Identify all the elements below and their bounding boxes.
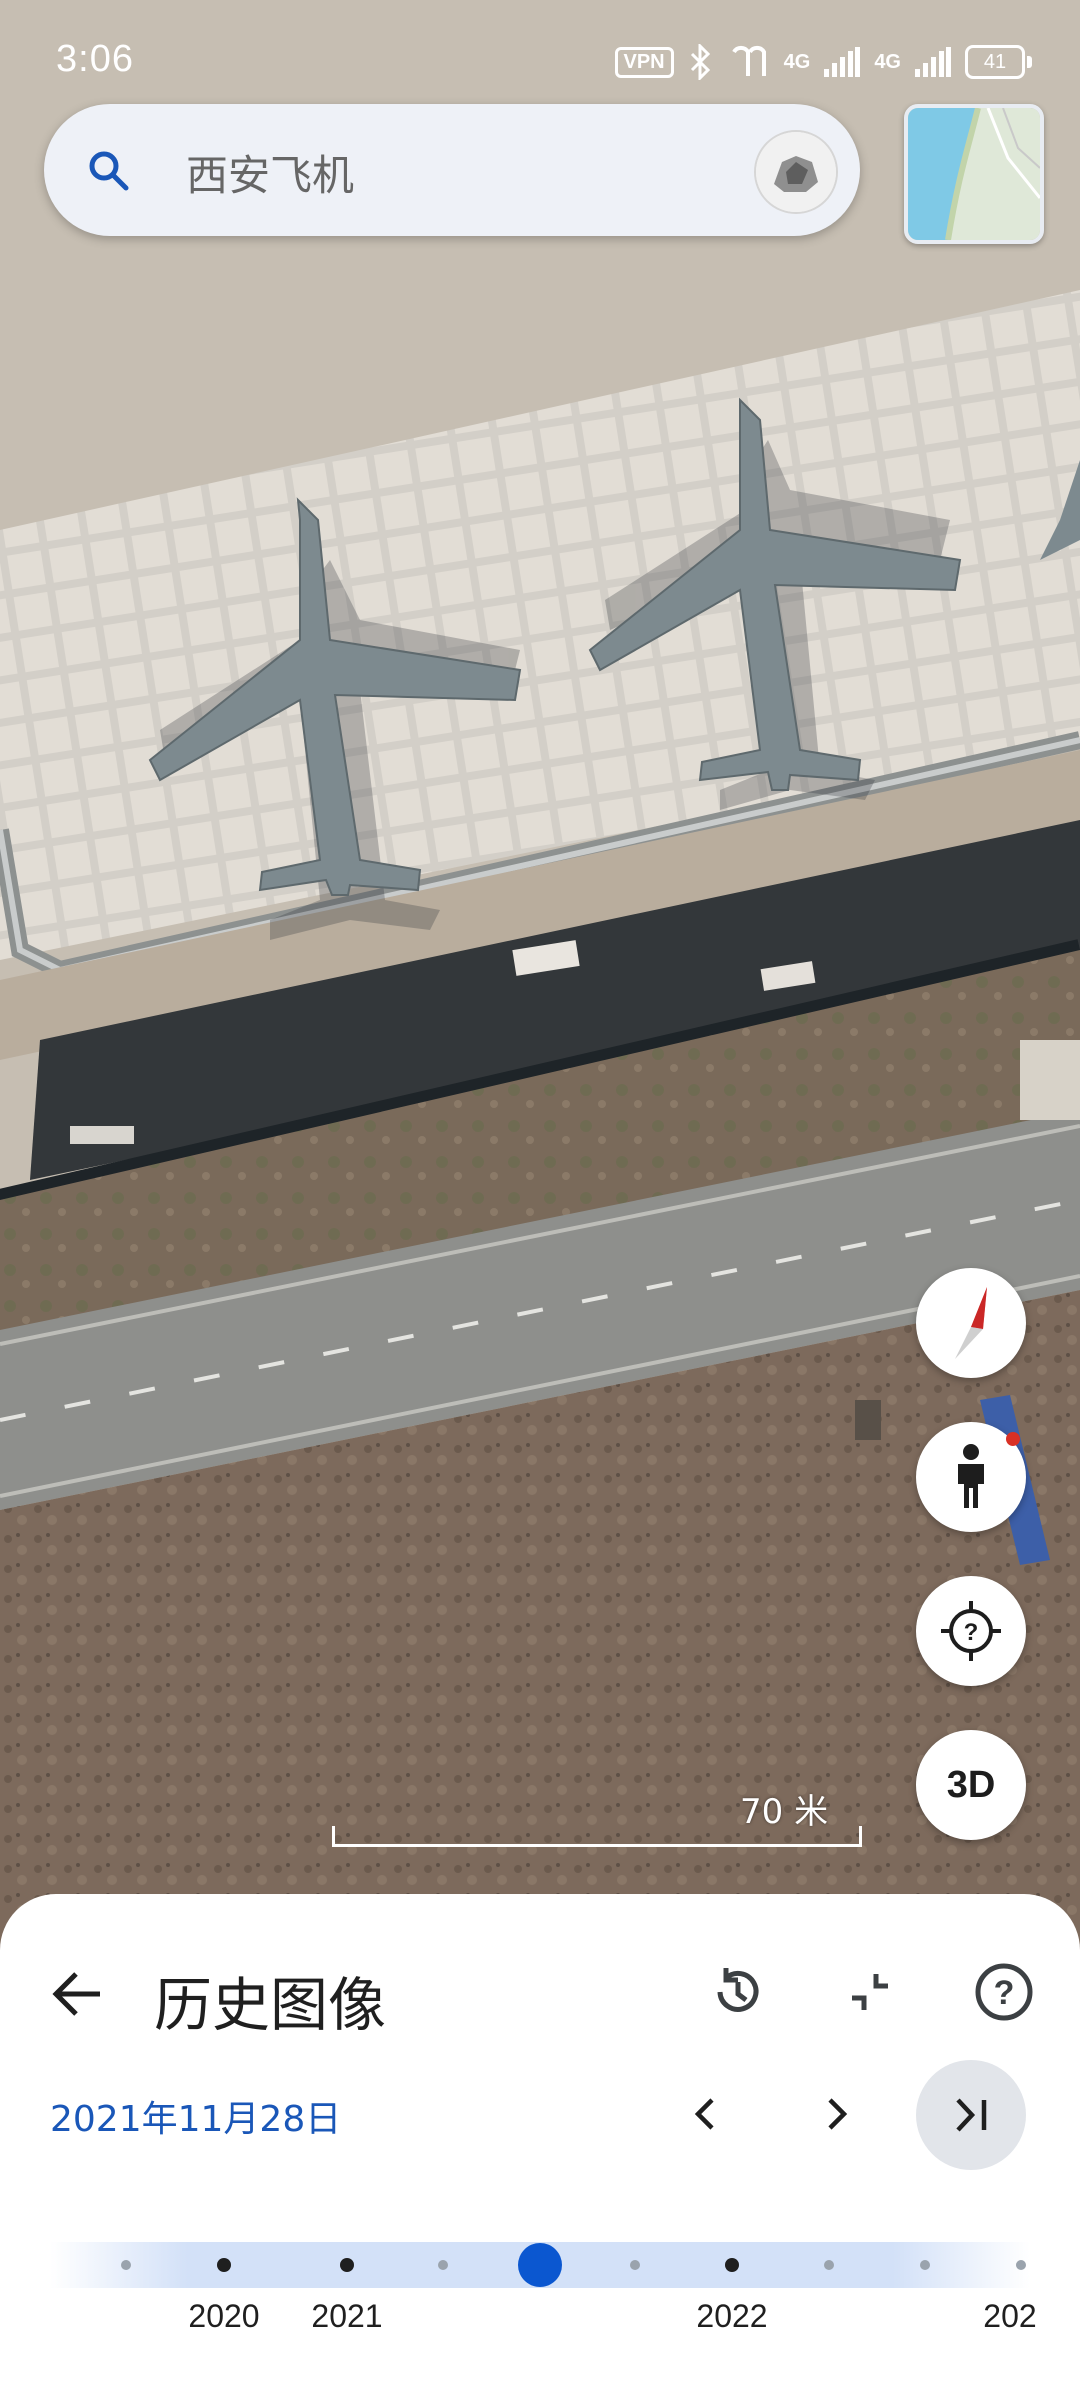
timeline-point[interactable] bbox=[824, 2260, 834, 2270]
search-icon[interactable] bbox=[86, 148, 130, 192]
timeline-selected-point[interactable] bbox=[518, 2243, 562, 2287]
status-bar: 3:06 VPN 4G 4G 41 bbox=[0, 0, 1080, 120]
timeline-point[interactable] bbox=[217, 2258, 231, 2272]
next-image-button[interactable] bbox=[800, 2078, 872, 2150]
timeline-point[interactable] bbox=[920, 2260, 930, 2270]
battery-tip bbox=[1027, 56, 1032, 68]
timeline-point[interactable] bbox=[725, 2258, 739, 2272]
timeline-point[interactable] bbox=[1016, 2260, 1026, 2270]
signal-icon-2 bbox=[915, 47, 951, 77]
timeline-point[interactable] bbox=[630, 2260, 640, 2270]
street-view-button[interactable] bbox=[916, 1422, 1026, 1532]
previous-image-button[interactable] bbox=[670, 2078, 742, 2150]
svg-text:?: ? bbox=[994, 1974, 1015, 2012]
status-icons: VPN 4G 4G 41 bbox=[614, 42, 1032, 82]
timeline-point[interactable] bbox=[438, 2260, 448, 2270]
timeline-year-label: 2021 bbox=[311, 2298, 383, 2334]
bluetooth-icon bbox=[690, 44, 710, 80]
network-type-2: 4G bbox=[874, 50, 901, 73]
my-location-button[interactable]: ? bbox=[916, 1576, 1026, 1686]
3d-button[interactable]: 3D bbox=[916, 1730, 1026, 1840]
timeline-point[interactable] bbox=[340, 2258, 354, 2272]
arrow-back-icon[interactable] bbox=[48, 1964, 108, 2024]
avatar-image bbox=[756, 132, 836, 212]
battery-indicator: 41 bbox=[965, 45, 1032, 79]
pegman-icon bbox=[958, 1444, 984, 1508]
panel-title: 历史图像 bbox=[154, 1971, 387, 2039]
latest-image-button[interactable] bbox=[916, 2060, 1026, 2170]
historical-imagery-panel: 历史图像 ? 2021年11月28日 2020 2021 2022 202 bbox=[0, 1894, 1080, 2400]
my-location-icon: ? bbox=[941, 1601, 1001, 1661]
history-icon[interactable] bbox=[706, 1960, 770, 2024]
map-thumbnail bbox=[908, 108, 1040, 240]
layer-thumbnail-button[interactable] bbox=[904, 104, 1044, 244]
scale-bar bbox=[332, 1826, 862, 1847]
timeline-year-label: 202 bbox=[983, 2298, 1037, 2334]
skip-to-latest-icon bbox=[956, 2098, 987, 2132]
chevron-right-icon bbox=[828, 2098, 848, 2130]
chevron-left-icon bbox=[694, 2098, 714, 2130]
compass-icon bbox=[955, 1287, 987, 1359]
timeline-year-label: 2020 bbox=[188, 2298, 260, 2334]
earbuds-icon bbox=[731, 45, 766, 76]
battery-level: 41 bbox=[965, 45, 1025, 79]
imagery-timeline[interactable]: 2020 2021 2022 202 bbox=[0, 2232, 1080, 2372]
avatar[interactable] bbox=[754, 130, 838, 214]
notification-dot bbox=[1006, 1432, 1020, 1446]
vpn-badge: VPN bbox=[614, 46, 674, 78]
timeline-point[interactable] bbox=[121, 2260, 131, 2270]
svg-text:?: ? bbox=[964, 1619, 979, 1646]
signal-icon-1 bbox=[824, 47, 861, 77]
search-bar[interactable]: 西安飞机 bbox=[44, 104, 860, 236]
status-time: 3:06 bbox=[56, 38, 134, 80]
3d-label: 3D bbox=[946, 1763, 996, 1806]
collapse-icon[interactable] bbox=[838, 1960, 902, 2024]
help-icon[interactable]: ? bbox=[972, 1960, 1036, 2024]
search-query[interactable]: 西安飞机 bbox=[186, 142, 354, 203]
selected-date: 2021年11月28日 bbox=[50, 2099, 342, 2140]
timeline-year-label: 2022 bbox=[696, 2298, 768, 2334]
compass-button[interactable] bbox=[916, 1268, 1026, 1378]
network-type-1: 4G bbox=[783, 50, 811, 73]
